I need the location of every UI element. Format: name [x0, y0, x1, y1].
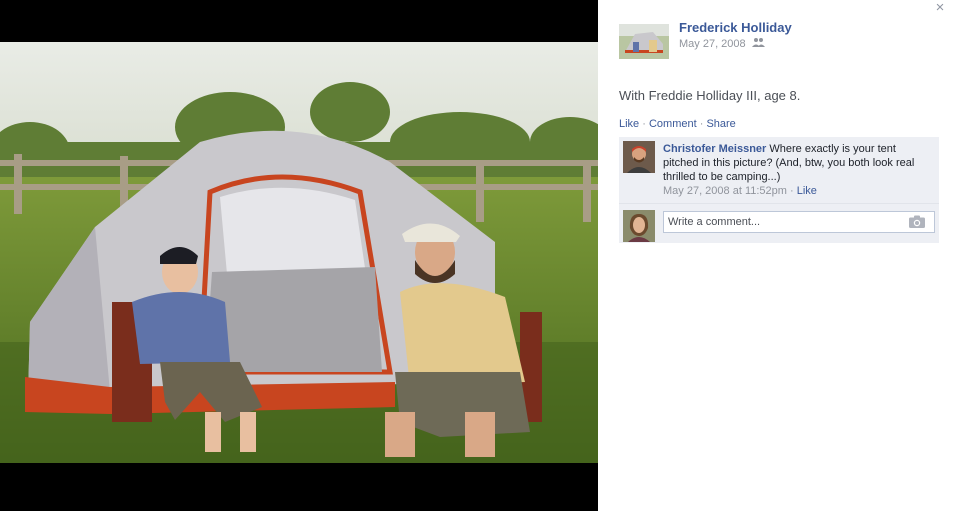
comment-input[interactable]	[663, 211, 935, 233]
separator: ·	[696, 118, 707, 130]
photo-stage	[0, 0, 598, 511]
friends-icon[interactable]	[751, 37, 765, 51]
avatar	[623, 210, 655, 242]
post-date: May 27, 2008	[679, 37, 765, 51]
photo-caption: With Freddie Holliday III, age 8.	[619, 88, 801, 103]
comment-composer	[619, 203, 939, 243]
like-link[interactable]: Like	[619, 118, 639, 130]
post-actions: Like · Comment · Share	[619, 118, 736, 130]
author-profile-thumbnail[interactable]	[619, 24, 669, 59]
avatar[interactable]	[623, 141, 655, 173]
post-date-text: May 27, 2008	[679, 38, 746, 50]
photo[interactable]	[0, 42, 598, 463]
comment-link[interactable]: Comment	[649, 118, 697, 130]
comment-author[interactable]: Christofer Meissner	[663, 143, 766, 155]
camera-icon[interactable]	[909, 215, 925, 228]
post-author-name[interactable]: Frederick Holliday	[679, 20, 792, 35]
comment-item: Christofer Meissner Where exactly is you…	[619, 137, 939, 203]
share-link[interactable]: Share	[706, 118, 735, 130]
comment-like-link[interactable]: Like	[797, 185, 817, 197]
comments-section: Christofer Meissner Where exactly is you…	[619, 137, 939, 243]
photo-sidebar: × Frederick Holliday May 27, 2008 With F…	[598, 0, 953, 511]
separator: ·	[786, 185, 797, 197]
tent-thumbnail-icon	[619, 24, 669, 59]
close-icon[interactable]: ×	[933, 0, 947, 15]
separator: ·	[639, 118, 649, 130]
comment-meta: May 27, 2008 at 11:52pm · Like	[663, 185, 933, 197]
comment-timestamp[interactable]: May 27, 2008 at 11:52pm	[663, 185, 787, 197]
camping-photo-illustration	[0, 42, 598, 463]
comment-text: Christofer Meissner Where exactly is you…	[663, 141, 933, 184]
